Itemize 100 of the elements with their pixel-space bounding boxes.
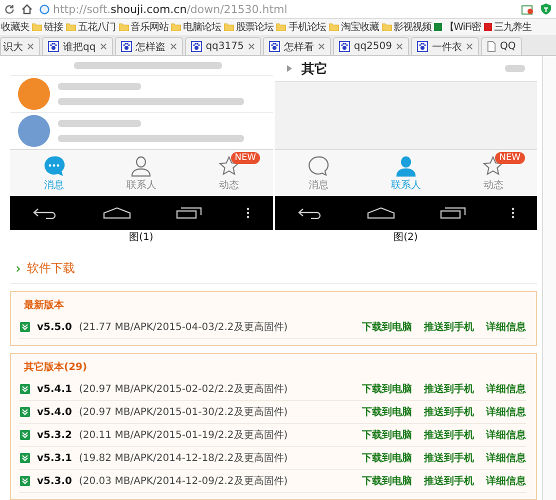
recent-apps-icon[interactable] xyxy=(440,207,466,220)
home-icon[interactable] xyxy=(21,3,33,16)
bookmark-item[interactable]: 收藏夹 xyxy=(1,20,30,34)
browser-tab[interactable]: 怎样盗 xyxy=(114,37,183,55)
action-link[interactable]: 推送到手机 xyxy=(424,382,474,396)
download-icon[interactable] xyxy=(20,407,30,418)
bookmark-item[interactable]: 股票论坛 xyxy=(224,20,274,34)
paw-icon xyxy=(190,41,202,52)
action-link[interactable]: 下载到电脑 xyxy=(362,451,412,466)
mail-icon[interactable] xyxy=(521,4,534,15)
close-icon[interactable] xyxy=(248,43,255,50)
chevron-icon xyxy=(16,264,21,273)
action-link[interactable]: 下载到电脑 xyxy=(362,320,412,334)
paw-icon xyxy=(338,41,350,52)
download-icon[interactable] xyxy=(20,430,30,440)
browser-tab[interactable]: 怎样看 xyxy=(262,37,331,55)
version-number: v5.3.2 xyxy=(37,430,72,441)
browser-tab[interactable]: QQ xyxy=(481,37,522,55)
action-link[interactable]: 详细信息 xyxy=(486,382,526,396)
download-icon[interactable] xyxy=(20,476,30,486)
new-badge: NEW xyxy=(230,152,260,164)
download-icon[interactable] xyxy=(20,322,30,332)
bookmark-item[interactable]: 淘宝收藏 xyxy=(329,20,379,34)
nav-tab[interactable]: 消息 xyxy=(10,150,98,196)
action-link[interactable]: 下载到电脑 xyxy=(362,405,412,420)
nav-tab[interactable]: 联系人 xyxy=(98,150,185,196)
paw-icon xyxy=(48,41,59,52)
action-link[interactable]: 下载到电脑 xyxy=(362,474,412,488)
globe-icon xyxy=(39,4,50,15)
person-icon xyxy=(130,154,152,177)
panel-heading: 其它版本(29) xyxy=(23,360,88,376)
page-icon xyxy=(487,41,496,52)
figure-caption: 图(1) xyxy=(128,231,154,246)
bookmark-item[interactable]: 三九养生 xyxy=(484,20,532,34)
paw-icon xyxy=(120,41,132,52)
figure-caption: 图(2) xyxy=(392,231,419,246)
action-link[interactable]: 推送到手机 xyxy=(424,405,474,420)
expand-arrow-icon xyxy=(286,65,292,72)
action-link[interactable]: 推送到手机 xyxy=(424,451,474,466)
section-title: 软件下载 xyxy=(27,260,75,278)
person-icon xyxy=(394,154,417,177)
panel-heading: 最新版本 xyxy=(23,298,65,314)
action-link[interactable]: 详细信息 xyxy=(486,320,526,334)
action-link[interactable]: 下载到电脑 xyxy=(362,428,412,442)
bookmark-item[interactable]: 【WiFi密 xyxy=(434,20,481,34)
paw-icon xyxy=(417,41,428,52)
more-icon[interactable] xyxy=(510,207,515,220)
action-link[interactable]: 推送到手机 xyxy=(424,320,474,334)
chat-bubble-icon xyxy=(307,154,330,177)
refresh-icon[interactable] xyxy=(4,4,15,15)
browser-tab[interactable]: 识大 xyxy=(0,37,40,55)
bookmark-item[interactable]: 五花八门 xyxy=(66,20,116,34)
nav-tab[interactable]: NEW 动态 xyxy=(450,150,537,196)
folder-icon xyxy=(66,23,76,32)
browser-tab[interactable]: qq3175 xyxy=(184,37,261,55)
folder-icon xyxy=(276,23,286,32)
scrollbar-track[interactable] xyxy=(542,56,556,500)
bookmark-item[interactable]: 手机论坛 xyxy=(276,20,326,34)
version-info: (19.82 MB/APK/2014-12-18/2.2及更高固件) xyxy=(79,452,288,466)
version-number: v5.5.0 xyxy=(37,322,72,333)
close-icon[interactable] xyxy=(466,43,474,50)
version-info: (21.77 MB/APK/2015-04-03/2.2及更高固件) xyxy=(79,320,288,334)
folder-icon xyxy=(382,23,392,32)
bookmark-item[interactable]: 电脑论坛 xyxy=(171,20,221,34)
browser-tab[interactable]: 一件衣 xyxy=(411,37,480,55)
close-icon[interactable] xyxy=(396,43,404,50)
bookmark-item[interactable]: 影视视频 xyxy=(382,20,432,34)
new-badge: NEW xyxy=(495,152,525,164)
bookmark-item[interactable]: 链接 xyxy=(32,20,64,34)
version-number: v5.3.1 xyxy=(37,452,72,464)
recent-apps-icon[interactable] xyxy=(176,207,202,220)
version-info: (20.11 MB/APK/2015-01-19/2.2及更高固件) xyxy=(79,428,288,442)
action-link[interactable]: 下载到电脑 xyxy=(362,382,412,396)
folder-icon xyxy=(118,23,129,32)
action-link[interactable]: 详细信息 xyxy=(486,405,526,420)
action-link[interactable]: 详细信息 xyxy=(486,474,526,488)
action-link[interactable]: 详细信息 xyxy=(486,428,526,442)
version-number: v5.4.0 xyxy=(37,406,72,418)
nav-tab[interactable]: 联系人 xyxy=(362,150,450,196)
action-link[interactable]: 推送到手机 xyxy=(424,428,474,442)
close-icon[interactable] xyxy=(318,43,325,50)
back-icon[interactable] xyxy=(296,207,323,220)
download-icon[interactable] xyxy=(20,453,30,464)
action-link[interactable]: 详细信息 xyxy=(486,451,526,466)
shield-icon[interactable] xyxy=(540,3,552,16)
browser-tab[interactable]: qq2509 xyxy=(332,37,410,55)
close-icon[interactable] xyxy=(27,43,34,50)
close-icon[interactable] xyxy=(170,43,177,50)
download-icon[interactable] xyxy=(20,384,30,394)
paw-icon xyxy=(268,41,280,52)
action-link[interactable]: 推送到手机 xyxy=(424,474,474,488)
back-icon[interactable] xyxy=(32,207,58,220)
nav-tab[interactable]: 消息 xyxy=(274,150,362,196)
close-icon[interactable] xyxy=(100,43,107,50)
more-icon[interactable] xyxy=(246,207,250,220)
browser-tab[interactable]: 谁把qq xyxy=(42,37,113,55)
bookmark-item[interactable]: 音乐网站 xyxy=(118,20,168,34)
address-field[interactable]: http://soft.shouji.com.cn/down/21530.html xyxy=(39,0,515,18)
nav-tab[interactable]: NEW 动态 xyxy=(185,150,272,196)
folder-icon xyxy=(329,23,340,32)
